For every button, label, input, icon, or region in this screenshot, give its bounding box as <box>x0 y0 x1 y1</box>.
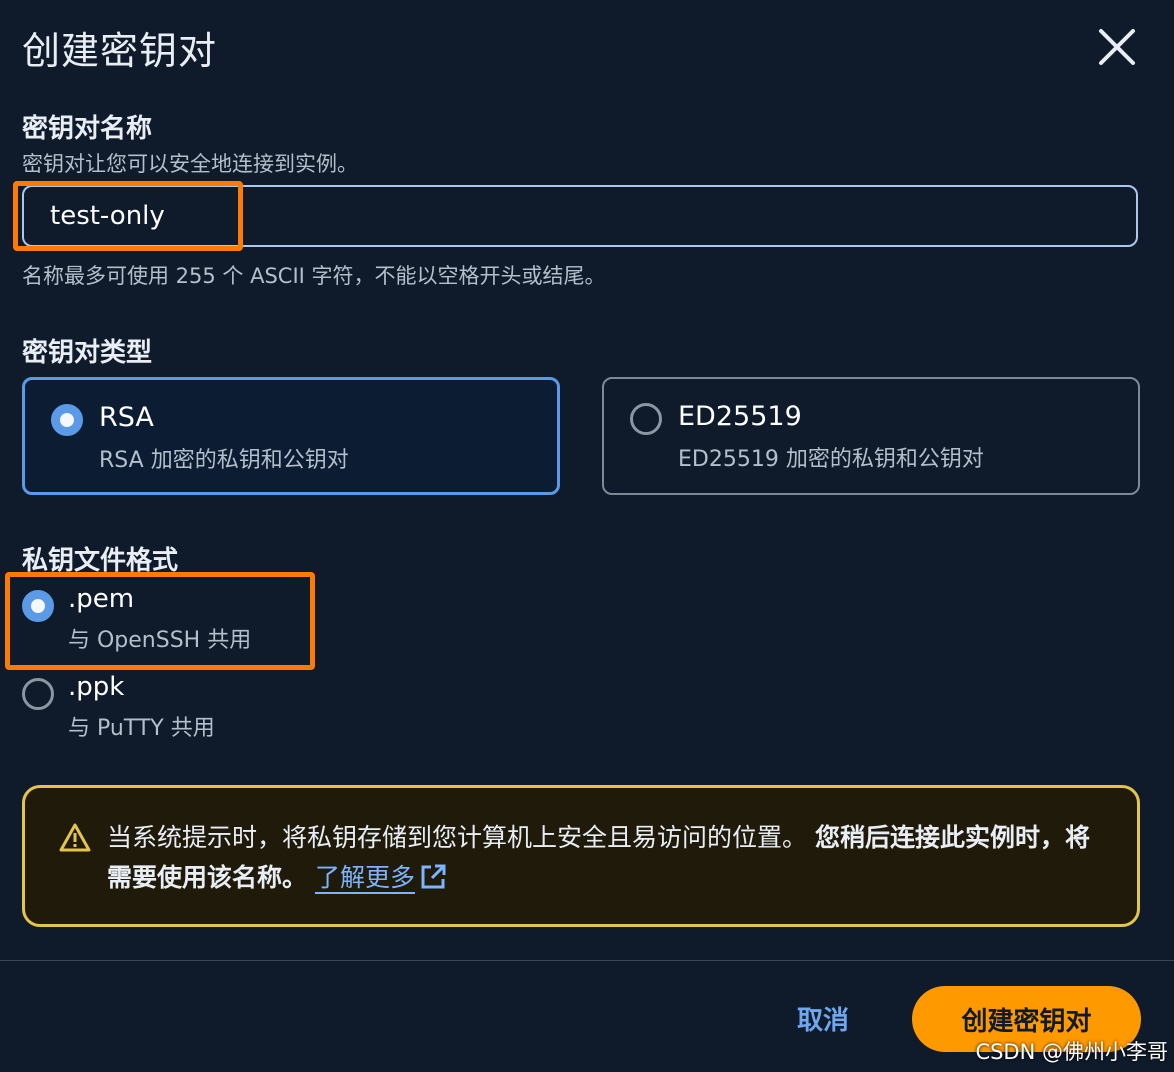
radio-selected-icon <box>51 404 83 436</box>
type-option-title: ED25519 <box>678 401 802 432</box>
key-pair-name-label: 密钥对名称 <box>22 114 153 144</box>
key-pair-name-input[interactable] <box>22 185 1138 247</box>
close-icon[interactable] <box>1096 26 1138 68</box>
key-pair-name-hint: 名称最多可使用 255 个 ASCII 字符，不能以空格开头或结尾。 <box>22 264 606 288</box>
learn-more-link[interactable]: 了解更多 <box>315 863 447 892</box>
alert-text: 当系统提示时，将私钥存储到您计算机上安全且易访问的位置。 您稍后连接此实例时，将… <box>107 818 1107 898</box>
format-option-subtitle: 与 OpenSSH 共用 <box>68 628 252 653</box>
pem-highlight-box <box>5 572 315 670</box>
warning-alert: 当系统提示时，将私钥存储到您计算机上安全且易访问的位置。 您稍后连接此实例时，将… <box>22 785 1140 927</box>
warning-icon <box>59 823 91 852</box>
format-option-title: .ppk <box>68 672 125 702</box>
key-pair-type-label: 密钥对类型 <box>22 338 153 368</box>
key-pair-name-description: 密钥对让您可以安全地连接到实例。 <box>22 152 358 176</box>
format-option-title: .pem <box>68 584 135 614</box>
type-option-subtitle: ED25519 加密的私钥和公钥对 <box>678 447 984 472</box>
type-option-rsa[interactable]: RSA RSA 加密的私钥和公钥对 <box>22 377 560 495</box>
learn-more-label: 了解更多 <box>314 863 415 892</box>
alert-text-normal: 当系统提示时，将私钥存储到您计算机上安全且易访问的位置。 <box>107 823 808 852</box>
radio-selected-icon <box>22 590 54 622</box>
format-option-subtitle: 与 PuTTY 共用 <box>68 716 215 741</box>
radio-unselected-icon <box>22 678 54 710</box>
type-option-title: RSA <box>99 402 154 433</box>
watermark: CSDN @佛州小李哥 <box>975 1040 1168 1064</box>
radio-unselected-icon <box>630 403 662 435</box>
type-option-ed25519[interactable]: ED25519 ED25519 加密的私钥和公钥对 <box>602 377 1140 495</box>
cancel-button[interactable]: 取消 <box>797 1000 849 1037</box>
external-link-icon <box>421 864 446 889</box>
private-key-format-label: 私钥文件格式 <box>22 546 179 576</box>
footer-divider <box>0 960 1174 961</box>
type-option-subtitle: RSA 加密的私钥和公钥对 <box>99 448 349 473</box>
dialog-title: 创建密钥对 <box>22 29 218 73</box>
